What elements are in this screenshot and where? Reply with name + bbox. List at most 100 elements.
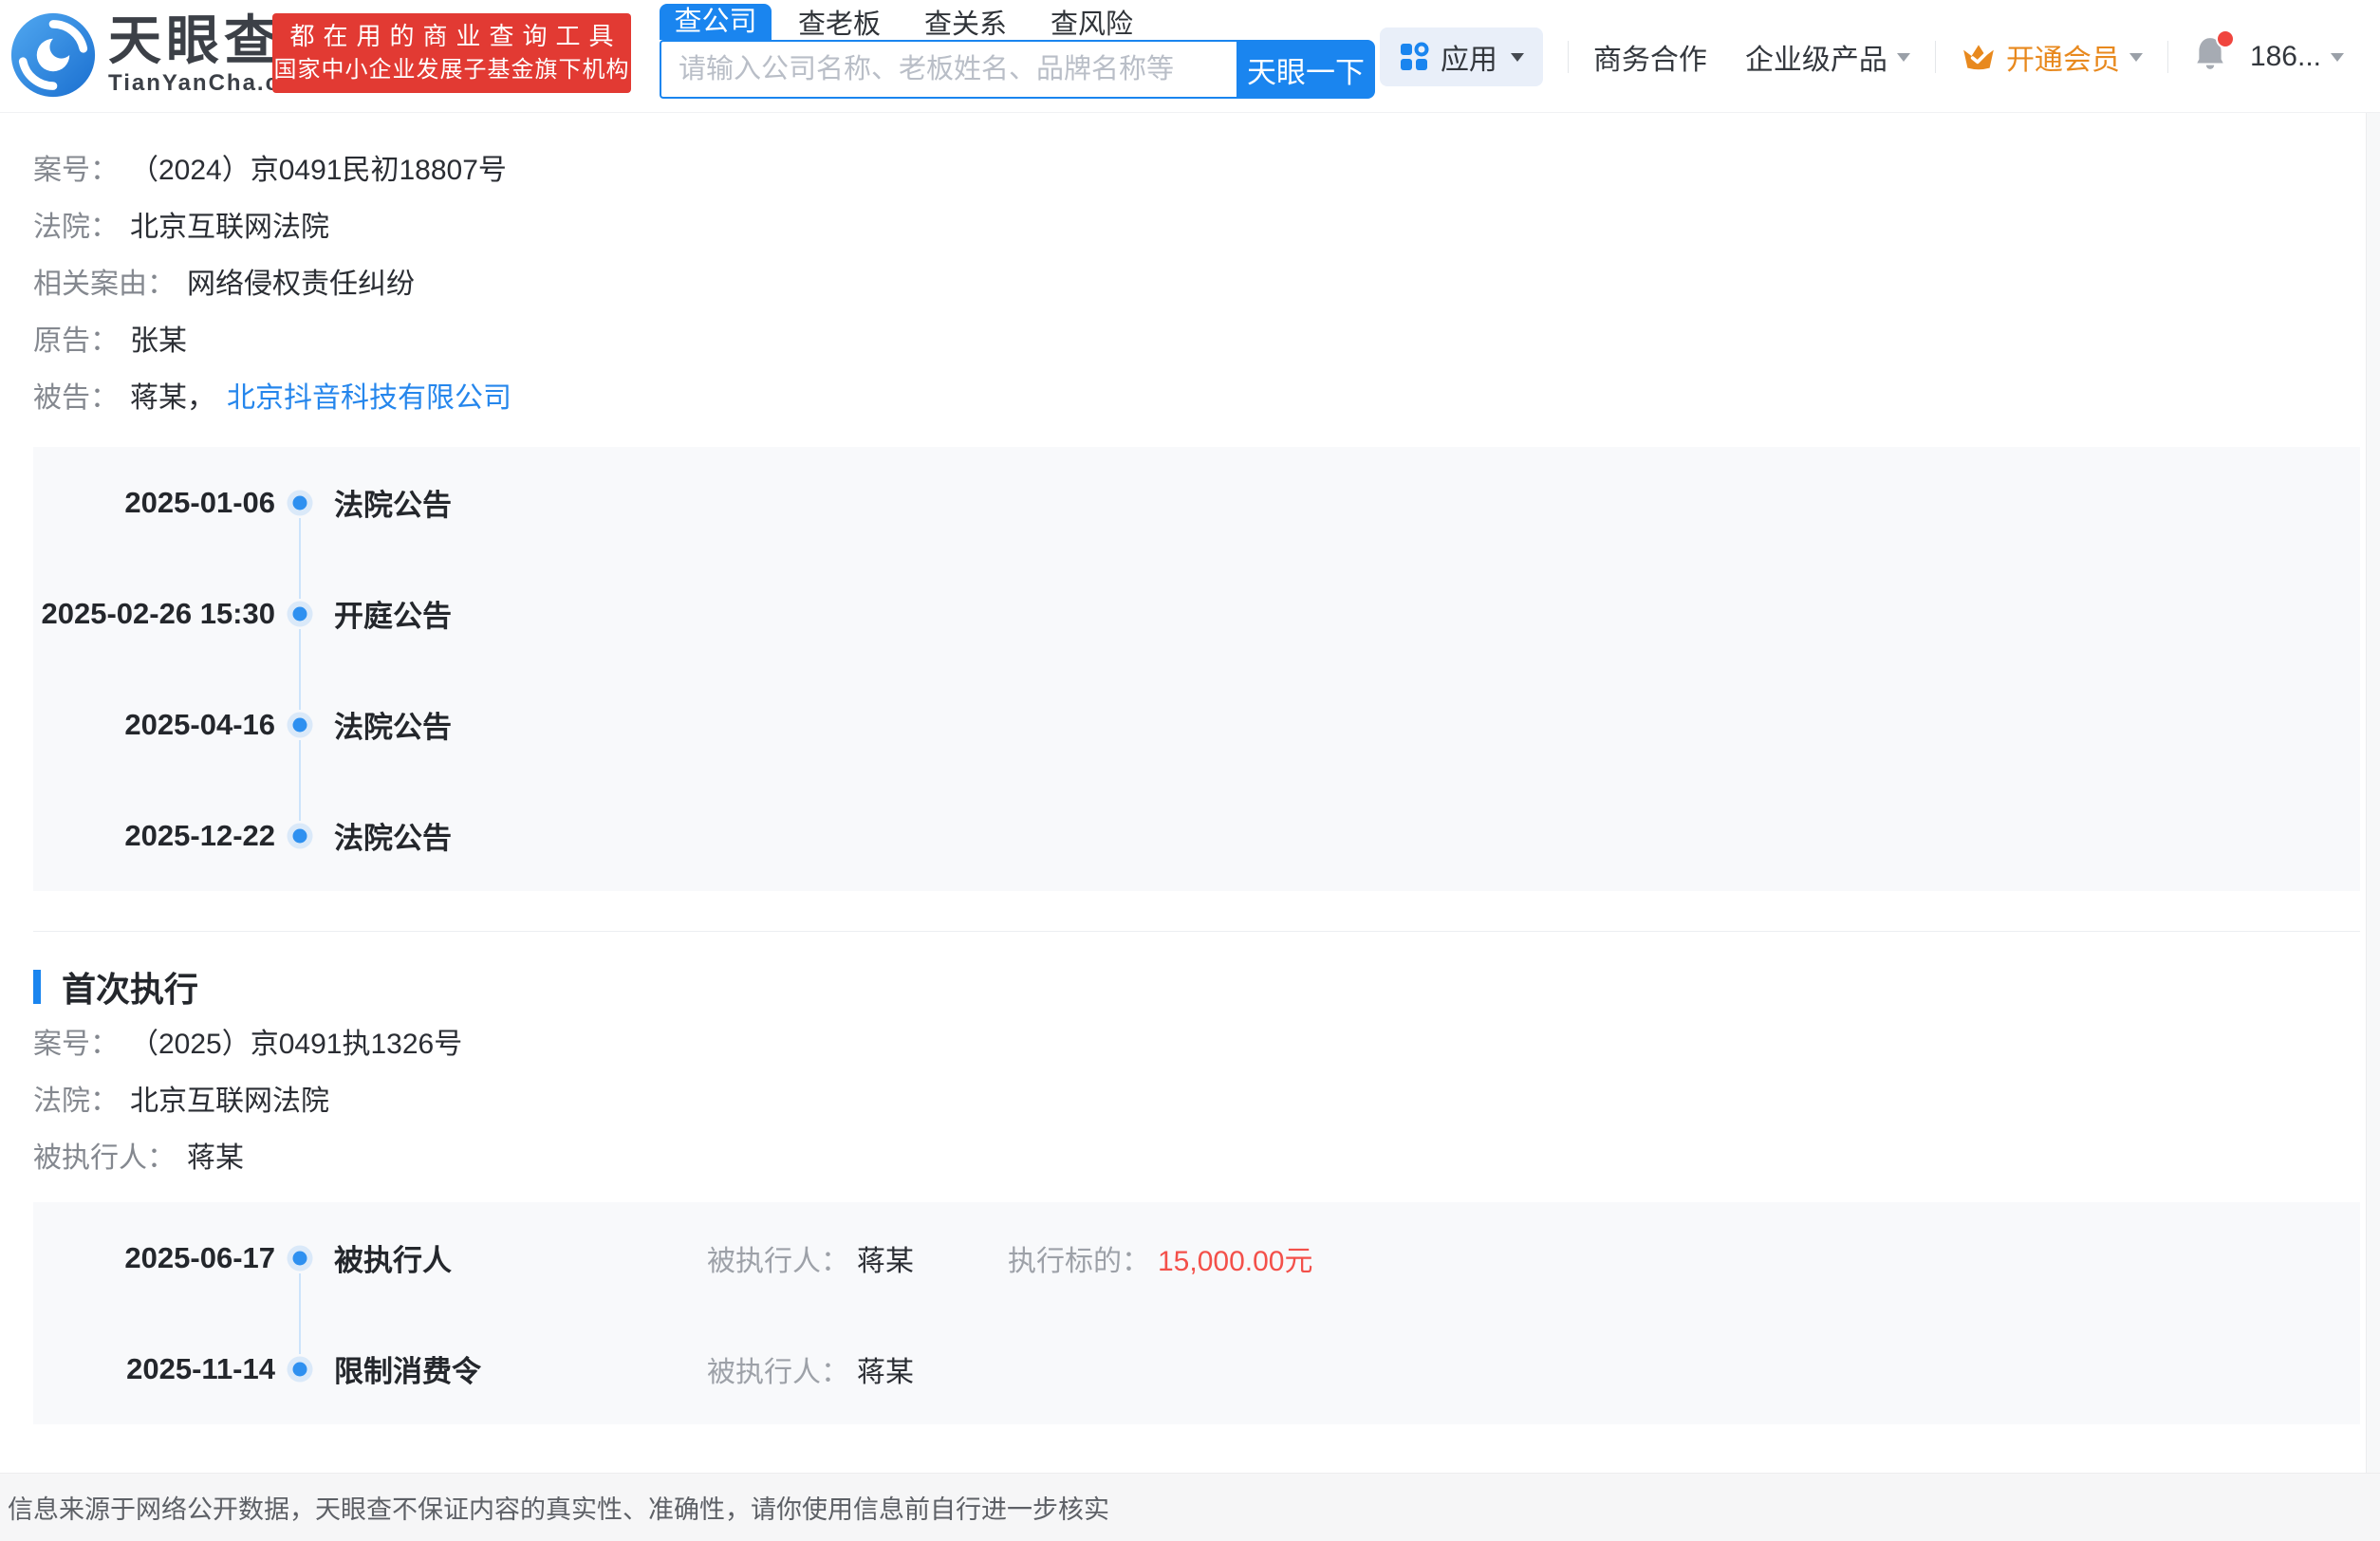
apps-grid-icon (1400, 42, 1429, 70)
execution-target-label: 执行标的： (1008, 1245, 1150, 1277)
apps-menu-button[interactable]: 应用 (1379, 28, 1543, 86)
timeline-date: 2025-02-26 15:30 (41, 596, 275, 630)
timeline-dot-icon (292, 1362, 307, 1376)
tab-boss[interactable]: 查老板 (798, 2, 881, 42)
timeline-dot-icon (292, 1251, 307, 1265)
field-value: 网络侵权责任纠纷 (187, 269, 415, 300)
defendant-company-link[interactable]: 北京抖音科技有限公司 (227, 374, 511, 416)
timeline-event-title: 限制消费令 (334, 1355, 481, 1388)
execution-timeline-card: 2025-06-17 被执行人 被执行人： 蒋某 执行标的： 15,000.00… (33, 1202, 2360, 1424)
timeline-event-title: 法院公告 (334, 711, 452, 744)
tianyancha-eye-icon (10, 12, 96, 98)
execution-target-amount: 15,000.00元 (1158, 1245, 1313, 1277)
promo-banner-line1: 都在用的商业查询工具 (289, 22, 623, 50)
chevron-down-icon (1896, 52, 1910, 62)
execution-field-row: 法院： 北京互联网法院 (33, 1069, 2360, 1126)
defendant-row: 被告： 蒋某， 北京抖音科技有限公司 (33, 366, 2360, 423)
timeline-date: 2025-12-22 (124, 818, 275, 852)
timeline-row[interactable]: 2025-04-16 法院公告 (33, 669, 2360, 780)
timeline-track (275, 780, 325, 891)
field-label: 被执行人： (33, 1142, 176, 1174)
tab-risk[interactable]: 查风险 (1051, 2, 1133, 42)
chevron-down-icon (2331, 52, 2344, 62)
account-phone: 186... (2249, 41, 2321, 72)
timeline-date: 2025-04-16 (124, 707, 275, 741)
field-label: 原告： (33, 325, 119, 357)
header-nav: 应用 商务合作 企业级产品 开通会员 186... (1379, 27, 2344, 87)
defendant-name: 蒋某， (130, 382, 215, 414)
timeline-row[interactable]: 2025-11-14 限制消费令 被执行人： 蒋某 (33, 1313, 2360, 1424)
footer-disclaimer-bar: 信息来源于网络公开数据，天眼查不保证内容的真实性、准确性，请你使用信息前自行进一… (0, 1473, 2380, 1541)
promo-banner: 都在用的商业查询工具 国家中小企业发展子基金旗下机构 (272, 13, 631, 93)
field-value: （2025）京0491执1326号 (130, 1029, 463, 1060)
timeline-track (275, 447, 325, 558)
timeline-track (275, 1202, 325, 1313)
vip-label: 开通会员 (2005, 45, 2120, 76)
executed-person-label: 被执行人： (707, 1356, 849, 1388)
notification-badge (2215, 29, 2235, 48)
search-tabs: 查公司 查老板 查关系 查风险 (660, 4, 1375, 40)
field-value: 蒋某 (187, 1142, 244, 1174)
case-detail-fields: 案号： （2024）京0491民初18807号 法院： 北京互联网法院 相关案由… (33, 139, 2360, 366)
timeline-row[interactable]: 2025-01-06 法院公告 (33, 447, 2360, 558)
timeline-row[interactable]: 2025-02-26 15:30 开庭公告 (33, 558, 2360, 669)
notifications-button[interactable] (2193, 29, 2235, 79)
search-input[interactable] (660, 40, 1236, 99)
vip-upgrade-button[interactable]: 开通会员 (1961, 36, 2143, 78)
main-content: 案号： （2024）京0491民初18807号 法院： 北京互联网法院 相关案由… (0, 113, 2380, 1424)
timeline-date: 2025-11-14 (126, 1351, 275, 1385)
timeline-event-title: 被执行人 (334, 1244, 452, 1277)
case-field-row: 案号： （2024）京0491民初18807号 (33, 139, 2360, 195)
timeline-track (275, 558, 325, 669)
executed-person-value: 蒋某 (857, 1245, 914, 1277)
field-label: 相关案由： (33, 269, 176, 300)
account-menu[interactable]: 186... (2250, 41, 2344, 73)
timeline-event-title: 法院公告 (334, 822, 452, 855)
timeline-dot-icon (292, 717, 307, 732)
execution-section-header: 首次执行 (33, 966, 2360, 1009)
nav-enterprise-label: 企业级产品 (1744, 45, 1887, 76)
executed-person: 被执行人： 蒋某 (707, 1348, 1008, 1390)
scrollbar[interactable] (2366, 84, 2380, 1541)
timeline-date: 2025-01-06 (124, 485, 275, 519)
field-value: 北京互联网法院 (130, 1086, 329, 1117)
search-module: 查公司 查老板 查关系 查风险 天眼一下 (660, 4, 1375, 99)
timeline-row[interactable]: 2025-12-22 法院公告 (33, 780, 2360, 891)
nav-divider (1934, 41, 1936, 73)
executed-person-label: 被执行人： (707, 1245, 849, 1277)
field-value: （2024）京0491民初18807号 (130, 155, 507, 186)
crown-icon (1963, 45, 1994, 70)
nav-enterprise-products[interactable]: 企业级产品 (1745, 36, 1910, 78)
case-field-row: 相关案由： 网络侵权责任纠纷 (33, 252, 2360, 309)
timeline-track (275, 1313, 325, 1424)
field-value: 张某 (130, 325, 187, 357)
execution-section-title: 首次执行 (62, 970, 199, 1009)
disclaimer-text: 信息来源于网络公开数据，天眼查不保证内容的真实性、准确性，请你使用信息前自行进一… (8, 1495, 1109, 1524)
search-button[interactable]: 天眼一下 (1236, 40, 1375, 99)
field-label: 案号： (33, 1029, 119, 1060)
case-field-row: 原告： 张某 (33, 309, 2360, 366)
field-label: 案号： (33, 155, 119, 186)
timeline-dot-icon (292, 495, 307, 510)
tab-relation[interactable]: 查关系 (924, 2, 1007, 42)
execution-target: 执行标的： 15,000.00元 (1008, 1237, 1312, 1279)
timeline-row[interactable]: 2025-06-17 被执行人 被执行人： 蒋某 执行标的： 15,000.00… (33, 1202, 2360, 1313)
executed-person-value: 蒋某 (857, 1356, 914, 1388)
execution-detail-fields: 案号： （2025）京0491执1326号 法院： 北京互联网法院 被执行人： … (33, 1012, 2360, 1183)
execution-field-row: 被执行人： 蒋某 (33, 1126, 2360, 1183)
case-timeline-card: 2025-01-06 法院公告 2025-02-26 15:30 开庭公告 20 (33, 447, 2360, 891)
case-field-row: 法院： 北京互联网法院 (33, 195, 2360, 252)
timeline-track (275, 669, 325, 780)
tab-company[interactable]: 查公司 (660, 4, 772, 40)
promo-banner-line2: 国家中小企业发展子基金旗下机构 (273, 57, 630, 83)
chevron-down-icon (1510, 52, 1524, 62)
timeline-event-title: 开庭公告 (334, 600, 452, 633)
top-header: 天眼查 TianYanCha.com 都在用的商业查询工具 国家中小企业发展子基… (0, 0, 2380, 113)
nav-business-cooperation[interactable]: 商务合作 (1593, 36, 1707, 78)
chevron-down-icon (2129, 52, 2143, 62)
nav-divider (1567, 41, 1569, 73)
field-label: 法院： (33, 212, 119, 243)
section-divider (33, 931, 2360, 932)
field-label: 法院： (33, 1086, 119, 1117)
field-value: 北京互联网法院 (130, 212, 329, 243)
